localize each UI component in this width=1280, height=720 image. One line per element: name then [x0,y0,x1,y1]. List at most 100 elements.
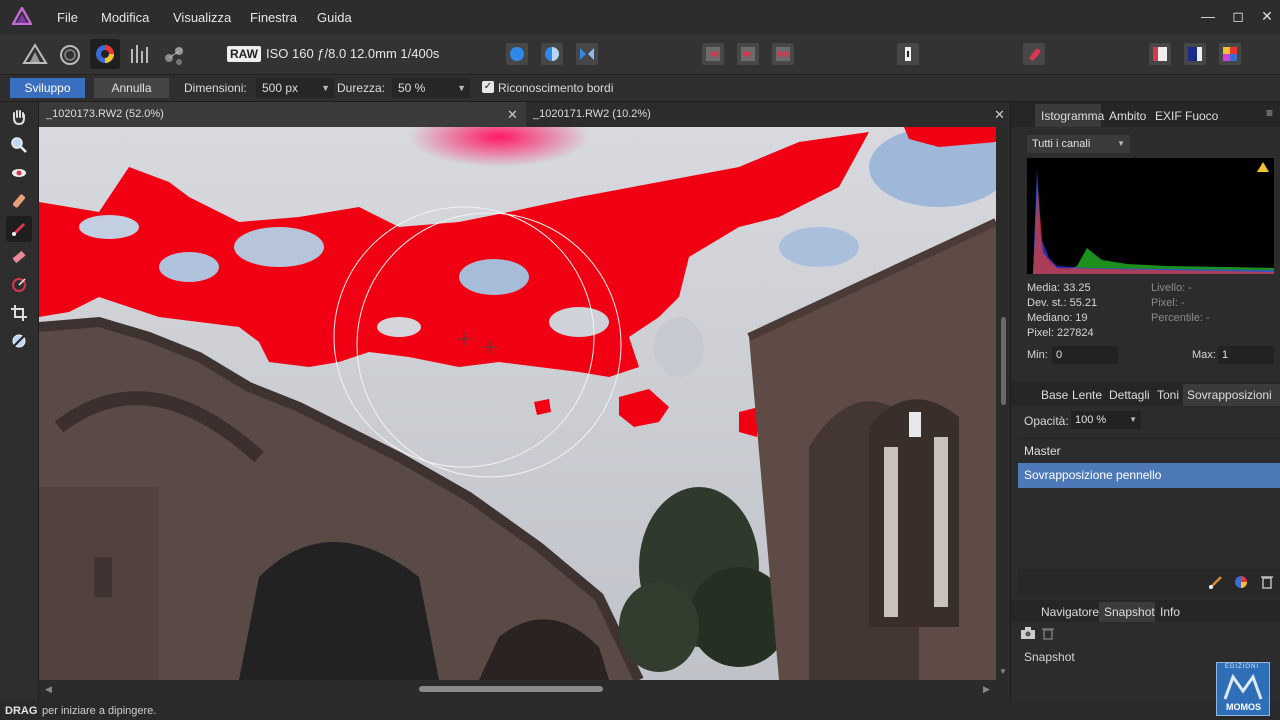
context-toolbar: Sviluppo Annulla Dimensioni: 500 px ▼ Du… [0,75,1280,102]
menu-modifica[interactable]: Modifica [101,10,149,25]
persona-develop-active[interactable] [90,39,120,69]
chevron-down-icon: ▼ [1117,139,1125,148]
tab-navigatore[interactable]: Navigatore [1041,605,1099,619]
hand-icon [13,110,25,126]
clipping-tool[interactable] [6,328,32,354]
edge-detection-checkbox[interactable]: ✓ [482,81,494,93]
scroll-down-icon[interactable]: ▼ [999,667,1007,676]
view-split-button[interactable] [541,43,563,65]
menu-finestra[interactable]: Finestra [250,10,297,25]
persona-photo-icon[interactable] [22,43,48,65]
min-value: 0 [1056,349,1063,361]
hand-tool[interactable] [6,104,32,130]
zoom-tool[interactable] [6,132,32,158]
color-panel-button[interactable] [1219,43,1241,65]
red-eye-tool[interactable] [6,160,32,186]
develop-button[interactable]: Sviluppo [10,78,85,98]
stat-percentile: Percentile: - [1151,312,1210,324]
tab-info[interactable]: Info [1160,605,1180,619]
gradient-overlay-icon[interactable] [1233,574,1249,590]
tab-fuoco[interactable]: Fuoco [1185,109,1218,123]
snap-button[interactable] [1023,43,1045,65]
menu-visualizza[interactable]: Visualizza [173,10,231,25]
stat-pixel-dim: Pixel: - [1151,297,1185,309]
layer-actions-bar [1018,569,1280,595]
tools-panel [0,102,39,700]
move-next-button[interactable] [702,43,724,65]
tab-lente[interactable]: Lente [1072,388,1102,402]
trash-icon[interactable] [1260,574,1274,590]
eraser-icon [12,250,26,264]
photo-image [39,127,996,680]
gradient-tool[interactable] [6,272,32,298]
assistant-button[interactable] [897,43,919,65]
view-single-button[interactable] [506,43,528,65]
camera-icon[interactable] [1020,626,1036,640]
tab-toni[interactable]: Toni [1157,388,1179,402]
eraser-tool[interactable] [6,244,32,270]
brush-icon[interactable] [1208,574,1224,590]
split-view-icon [545,47,559,61]
horizontal-scroll-thumb[interactable] [419,686,603,692]
tab-dettagli[interactable]: Dettagli [1109,388,1150,402]
hardness-label: Durezza: [337,81,386,95]
tab-base[interactable]: Base [1041,388,1068,402]
photo-canvas[interactable] [39,127,996,680]
maximize-icon[interactable]: ◻ [1228,6,1248,26]
close-icon[interactable]: ✕ [994,102,1005,127]
channel-dropdown[interactable]: Tutti i canali ▼ [1027,135,1130,153]
chevron-down-icon: ▼ [1129,415,1137,424]
minimize-icon[interactable]: — [1198,6,1218,26]
panel-menu-icon[interactable]: ≡ [1266,106,1273,120]
blemish-tool[interactable] [6,188,32,214]
scroll-right-icon[interactable]: ▶ [983,684,990,695]
studio-right-button[interactable] [1184,43,1206,65]
persona-tonemap-icon[interactable] [128,43,154,65]
view-mirror-button[interactable] [576,43,598,65]
studio-left-button[interactable] [1149,43,1171,65]
studio-panel-right-icon [1188,47,1202,61]
histogram-curve [1033,162,1274,274]
persona-liquify-icon[interactable] [58,43,82,67]
hardness-dropdown[interactable]: 50 % ▼ [392,78,470,98]
menu-file[interactable]: File [57,10,78,25]
size-dropdown[interactable]: 500 px ▼ [256,78,334,98]
tab-document-2[interactable]: _1020171.RW2 (10.2%) ✕ [526,102,1016,127]
layer-row-brush-overlay[interactable]: Sovrapposizione pennello [1018,463,1280,488]
tab-sovrapposizioni[interactable]: Sovrapposizioni [1187,388,1272,402]
min-input[interactable]: 0 [1052,346,1118,364]
opacity-dropdown[interactable]: 100 % ▼ [1071,411,1141,429]
tab-ambito[interactable]: Ambito [1109,109,1146,123]
layer-row-master[interactable]: Master [1018,438,1280,463]
arrow-left-icon [741,47,755,61]
cancel-button[interactable]: Annulla [94,78,169,98]
horizontal-scrollbar[interactable]: ◀ ▶ [39,680,998,700]
menu-guida[interactable]: Guida [317,10,352,25]
tab-document-1[interactable]: _1020173.RW2 (52.0%) ✕ [39,102,529,127]
swap-button[interactable] [772,43,794,65]
persona-develop-icon [96,45,114,63]
close-window-icon[interactable]: ✕ [1257,6,1277,26]
size-value: 500 px [262,81,299,95]
gradient-icon [12,278,26,292]
layer-label: Sovrapposizione pennello [1024,468,1162,482]
red-eye-icon [12,169,26,177]
brush-tool[interactable] [6,216,32,242]
studio-panel-left-icon [1153,47,1167,61]
move-prev-button[interactable] [737,43,759,65]
tab-exif[interactable]: EXIF [1155,109,1182,123]
trash-icon[interactable] [1041,626,1055,640]
status-hint: per iniziare a dipingere. [42,705,157,717]
opacity-value: 100 % [1075,414,1107,426]
vertical-scroll-thumb[interactable] [1001,317,1006,405]
max-input[interactable]: 1 [1218,346,1274,364]
scroll-left-icon[interactable]: ◀ [45,684,52,695]
tab-snapshot[interactable]: Snapshot [1104,605,1155,619]
tab-istogramma[interactable]: Istogramma [1041,109,1104,123]
crop-tool[interactable] [6,300,32,326]
persona-export-icon[interactable] [162,43,186,67]
close-icon[interactable]: ✕ [507,102,518,127]
vertical-scrollbar[interactable]: ▼ [998,127,1009,680]
affinity-logo-icon[interactable] [12,7,32,25]
warning-icon [1257,162,1269,172]
